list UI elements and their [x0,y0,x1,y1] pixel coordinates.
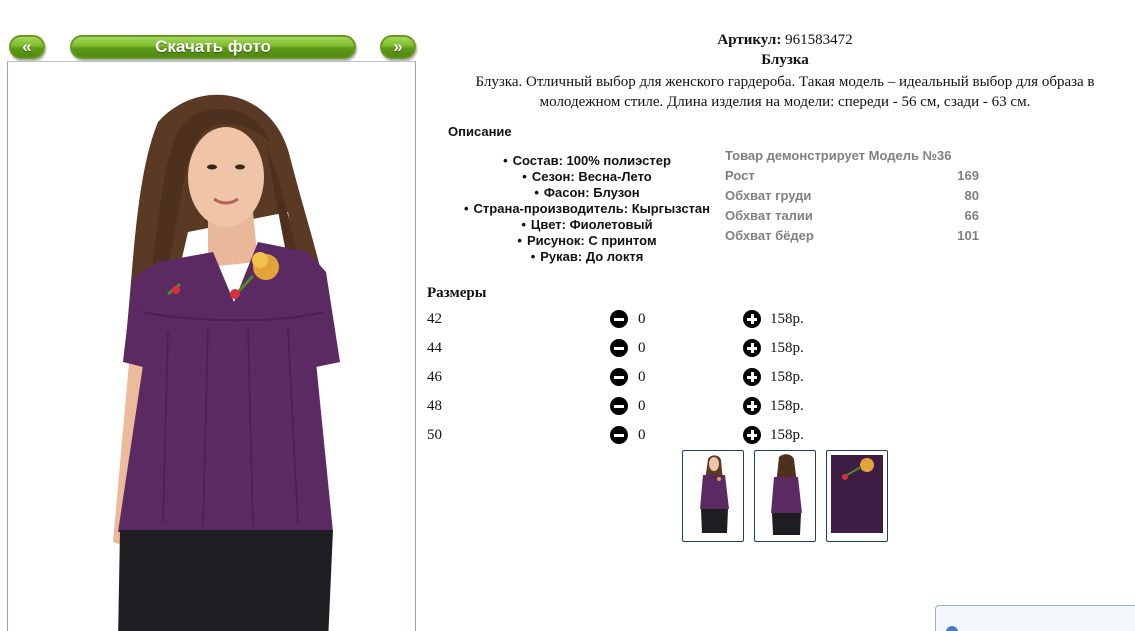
size-row: 46 0 158р. [427,367,847,389]
main-product-photo [7,61,416,631]
product-description: Блузка. Отличный выбор для женского гард… [475,74,1095,110]
quantity-value: 0 [638,369,646,385]
sku-line: Артикул: 961583472 [440,32,1130,49]
size-row: 50 0 158р. [427,425,847,447]
model-measurements-table: Товар демонстрирует Модель №36 Рост 169 … [723,145,981,245]
measurement-label: Обхват груди [725,187,812,203]
price-value: 158р. [770,311,804,327]
size-row: 42 0 158р. [427,309,847,331]
increase-quantity-icon[interactable] [743,339,761,357]
price-value: 158р. [770,369,804,385]
price-value: 158р. [770,398,804,414]
measurement-label: Рост [725,167,755,183]
quantity-value: 0 [638,340,646,356]
measurement-label: Обхват талии [725,207,813,223]
size-value: 50 [427,427,442,443]
decrease-quantity-icon[interactable] [610,339,628,357]
chat-widget[interactable] [935,605,1135,631]
attribute-list: Состав: 100% полиэстер Сезон: Весна-Лето… [448,153,726,265]
attribute-item: Рукав: До локтя [448,249,726,265]
increase-quantity-icon[interactable] [743,310,761,328]
thumbnail-back[interactable] [754,450,816,542]
attribute-item: Фасон: Блузон [448,185,726,201]
price-value: 158р. [770,340,804,356]
chat-icon [946,626,958,631]
measurement-row: Рост 169 [723,165,981,185]
attribute-item: Сезон: Весна-Лето [448,169,726,185]
size-row: 44 0 158р. [427,338,847,360]
measurement-value: 101 [957,227,979,243]
price-value: 158р. [770,427,804,443]
size-value: 46 [427,369,442,385]
next-photo-button[interactable]: » [380,35,416,59]
quantity-value: 0 [638,427,646,443]
increase-quantity-icon[interactable] [743,368,761,386]
size-value: 42 [427,311,442,327]
attribute-item: Страна-производитель: Кыргызстан [448,201,726,217]
measurement-row: Обхват бёдер 101 [723,225,981,245]
sku-label: Артикул: [717,32,782,48]
measurement-label: Обхват бёдер [725,227,814,243]
measurement-row: Обхват талии 66 [723,205,981,225]
increase-quantity-icon[interactable] [743,397,761,415]
quantity-value: 0 [638,311,646,327]
sku-value: 961583472 [785,32,853,48]
decrease-quantity-icon[interactable] [610,426,628,444]
size-row: 48 0 158р. [427,396,847,418]
model-photo-illustration [113,94,340,631]
measurement-value: 169 [957,167,979,183]
size-value: 48 [427,398,442,414]
product-title: Блузка [761,52,809,68]
model-heading: Товар демонстрирует Модель №36 [725,147,952,163]
sizes-heading: Размеры [427,285,487,301]
thumbnail-front[interactable] [682,450,744,542]
attribute-item: Состав: 100% полиэстер [448,153,726,169]
attribute-item: Рисунок: С принтом [448,233,726,249]
measurement-row: Обхват груди 80 [723,185,981,205]
measurement-value: 66 [964,207,979,223]
quantity-value: 0 [638,398,646,414]
description-heading: Описание [448,124,512,139]
decrease-quantity-icon[interactable] [610,310,628,328]
download-photo-button[interactable]: Скачать фото [70,35,356,59]
measurement-value: 80 [964,187,979,203]
decrease-quantity-icon[interactable] [610,397,628,415]
attribute-item: Цвет: Фиолетовый [448,217,726,233]
increase-quantity-icon[interactable] [743,426,761,444]
size-value: 44 [427,340,442,356]
thumbnail-detail[interactable] [826,450,888,542]
decrease-quantity-icon[interactable] [610,368,628,386]
prev-photo-button[interactable]: « [9,35,45,59]
